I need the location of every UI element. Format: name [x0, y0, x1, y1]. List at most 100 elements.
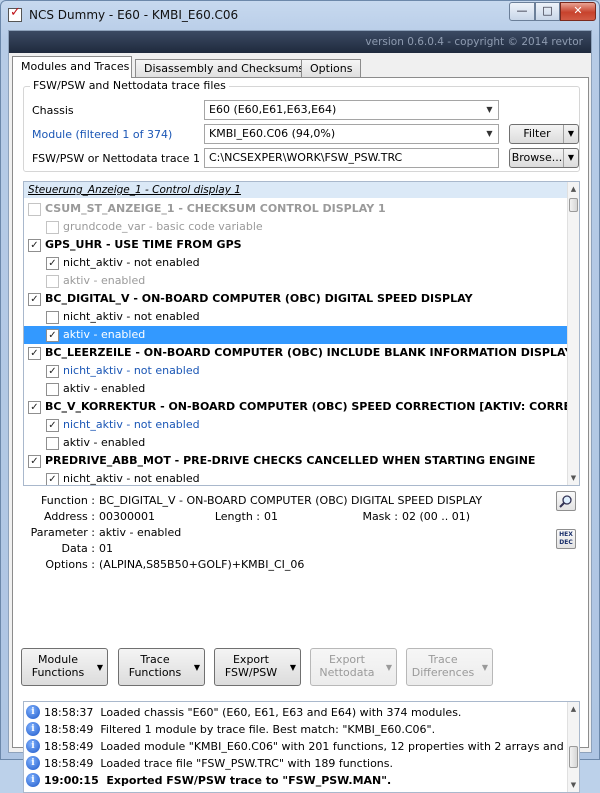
- tab-disassembly-and-checksums[interactable]: Disassembly and Checksums: [135, 59, 304, 78]
- chevron-down-icon: ▼: [486, 105, 493, 114]
- trace-label: FSW/PSW or Nettodata trace 1: [32, 152, 200, 165]
- tree-row-parameter[interactable]: grundcode_var - basic code variable: [24, 218, 569, 236]
- tree-row-label: GPS_UHR - USE TIME FROM GPS: [45, 238, 242, 251]
- checkbox[interactable]: [46, 275, 59, 288]
- tree-row-label: nicht_aktiv - not enabled: [63, 364, 200, 377]
- checkbox[interactable]: [46, 437, 59, 450]
- tree-row-function[interactable]: CSUM_ST_ANZEIGE_1 - CHECKSUM CONTROL DIS…: [24, 200, 569, 218]
- mask-value: 02 (00 .. 01): [402, 510, 471, 523]
- chassis-label: Chassis: [32, 104, 74, 117]
- tree-row-parameter[interactable]: nicht_aktiv - not enabled: [24, 308, 569, 326]
- function-details: Function : BC_DIGITAL_V - ON-BOARD COMPU…: [23, 488, 580, 638]
- maximize-button[interactable]: □: [535, 2, 560, 21]
- log-time: 19:00:15: [44, 774, 99, 787]
- tab-modules-and-traces[interactable]: Modules and Traces: [12, 56, 132, 78]
- log-time: 18:58:49: [44, 740, 94, 753]
- tree-row-function[interactable]: ✓ BC_V_KORREKTUR - ON-BOARD COMPUTER (OB…: [24, 398, 569, 416]
- checkbox-checked[interactable]: ✓: [28, 401, 41, 414]
- checkbox[interactable]: [28, 203, 41, 216]
- scroll-down-icon[interactable]: ▼: [568, 778, 579, 792]
- scroll-up-icon[interactable]: ▲: [568, 702, 579, 716]
- magnifier-search-button[interactable]: [556, 491, 576, 511]
- chevron-down-icon: ▼: [289, 663, 296, 672]
- chevron-down-icon: ▼: [96, 663, 103, 672]
- tree-row-parameter[interactable]: ✓ nicht_aktiv - not enabled: [24, 470, 569, 485]
- checkbox-checked[interactable]: ✓: [46, 473, 59, 485]
- function-tree[interactable]: Steuerung_Anzeige_1 - Control display 1 …: [23, 181, 580, 486]
- options-label: Options :: [45, 558, 95, 571]
- browse-button[interactable]: Browse... ▼: [509, 148, 579, 168]
- checkbox-checked[interactable]: ✓: [28, 293, 41, 306]
- group-title: FSW/PSW and Nettodata trace files: [30, 79, 229, 92]
- tree-row-parameter[interactable]: aktiv - enabled: [24, 380, 569, 398]
- address-label: Address :: [43, 510, 95, 523]
- tree-row-function[interactable]: ✓ BC_DIGITAL_V - ON-BOARD COMPUTER (OBC)…: [24, 290, 569, 308]
- button-line1: Module: [38, 653, 78, 666]
- data-value: 01: [99, 542, 113, 555]
- checkbox-checked[interactable]: ✓: [28, 455, 41, 468]
- tree-row-parameter[interactable]: aktiv - enabled: [24, 434, 569, 452]
- tree-row-parameter-selected[interactable]: ✓ aktiv - enabled: [24, 326, 569, 344]
- tree-row-label: aktiv - enabled: [63, 436, 146, 449]
- log-entry: i 18:58:37 Loaded chassis "E60" (E60, E6…: [26, 704, 566, 721]
- checkbox[interactable]: [46, 311, 59, 324]
- info-icon: i: [26, 739, 40, 753]
- tree-row-label: aktiv - enabled: [63, 274, 146, 287]
- app-checkmark-icon[interactable]: ✓: [8, 5, 22, 22]
- tab-options[interactable]: Options: [301, 59, 361, 78]
- trace-functions-button[interactable]: Trace Functions ▼: [118, 648, 205, 686]
- hex-dec-toggle-button[interactable]: HEX DEC: [556, 529, 576, 549]
- tree-row-parameter[interactable]: ✓ nicht_aktiv - not enabled: [24, 416, 569, 434]
- dec-label: DEC: [559, 539, 573, 546]
- log-text: Loaded module "KMBI_E60.C06" with 201 fu…: [100, 740, 566, 753]
- tree-row-function[interactable]: ✓ PREDRIVE_ABB_MOT - PRE-DRIVE CHECKS CA…: [24, 452, 569, 470]
- checkbox-checked[interactable]: ✓: [46, 419, 59, 432]
- log-text: Loaded chassis "E60" (E60, E61, E63 and …: [100, 706, 462, 719]
- checkbox[interactable]: [46, 221, 59, 234]
- window-title: NCS Dummy - E60 - KMBI_E60.C06: [29, 8, 239, 22]
- scroll-thumb[interactable]: [569, 746, 578, 768]
- module-select[interactable]: KMBI_E60.C06 (94,0%) ▼: [204, 124, 499, 144]
- chassis-select[interactable]: E60 (E60,E61,E63,E64) ▼: [204, 100, 499, 120]
- button-line1: Trace: [428, 653, 458, 666]
- scroll-down-icon[interactable]: ▼: [568, 471, 579, 485]
- tree-row-function[interactable]: ✓ GPS_UHR - USE TIME FROM GPS: [24, 236, 569, 254]
- export-fsw-psw-button[interactable]: Export FSW/PSW ▼: [214, 648, 301, 686]
- checkbox-checked[interactable]: ✓: [46, 365, 59, 378]
- info-icon: i: [26, 773, 40, 787]
- chevron-down-icon[interactable]: ▼: [563, 125, 578, 143]
- log-entry: i 18:58:49 Loaded module "KMBI_E60.C06" …: [26, 738, 566, 755]
- length-value: 01: [264, 510, 278, 523]
- close-button[interactable]: ✕: [560, 2, 596, 21]
- checkbox-checked[interactable]: ✓: [28, 347, 41, 360]
- title-bar[interactable]: ✓ NCS Dummy - E60 - KMBI_E60.C06 — □ ✕: [1, 1, 599, 29]
- minimize-button[interactable]: —: [509, 2, 535, 21]
- tree-row-parameter[interactable]: ✓ nicht_aktiv - not enabled: [24, 254, 569, 272]
- checkbox-checked[interactable]: ✓: [46, 257, 59, 270]
- scroll-up-icon[interactable]: ▲: [568, 182, 579, 196]
- chevron-down-icon[interactable]: ▼: [563, 149, 578, 167]
- log-text: Loaded trace file "FSW_PSW.TRC" with 189…: [100, 757, 393, 770]
- module-functions-button[interactable]: Module Functions ▼: [21, 648, 108, 686]
- filter-button[interactable]: Filter ▼: [509, 124, 579, 144]
- log-text: Exported FSW/PSW trace to "FSW_PSW.MAN".: [106, 774, 392, 787]
- log-list[interactable]: i 18:58:37 Loaded chassis "E60" (E60, E6…: [23, 701, 580, 793]
- mask-label: Mask :: [362, 510, 398, 523]
- checkbox-checked[interactable]: ✓: [28, 239, 41, 252]
- chevron-down-icon: ▼: [486, 129, 493, 138]
- tree-row-label: nicht_aktiv - not enabled: [63, 418, 200, 431]
- tree-row-parameter[interactable]: ✓ nicht_aktiv - not enabled: [24, 362, 569, 380]
- checkbox-checked[interactable]: ✓: [46, 329, 59, 342]
- address-value: 00300001: [99, 510, 155, 523]
- app-window: ✓ NCS Dummy - E60 - KMBI_E60.C06 — □ ✕ v…: [0, 0, 600, 793]
- tree-row-function[interactable]: ✓ BC_LEERZEILE - ON-BOARD COMPUTER (OBC)…: [24, 344, 569, 362]
- tree-row-label: aktiv - enabled: [63, 382, 146, 395]
- trace-path-input[interactable]: C:\NCSEXPER\WORK\FSW_PSW.TRC: [204, 148, 499, 168]
- tree-scrollbar[interactable]: ▲ ▼: [567, 182, 579, 485]
- log-scrollbar[interactable]: ▲ ▼: [567, 702, 579, 792]
- checkbox[interactable]: [46, 383, 59, 396]
- tree-row-label: BC_DIGITAL_V - ON-BOARD COMPUTER (OBC) D…: [45, 292, 473, 305]
- trace-files-group: FSW/PSW and Nettodata trace files Chassi…: [23, 79, 580, 172]
- tree-row-parameter[interactable]: aktiv - enabled: [24, 272, 569, 290]
- scroll-thumb[interactable]: [569, 198, 578, 212]
